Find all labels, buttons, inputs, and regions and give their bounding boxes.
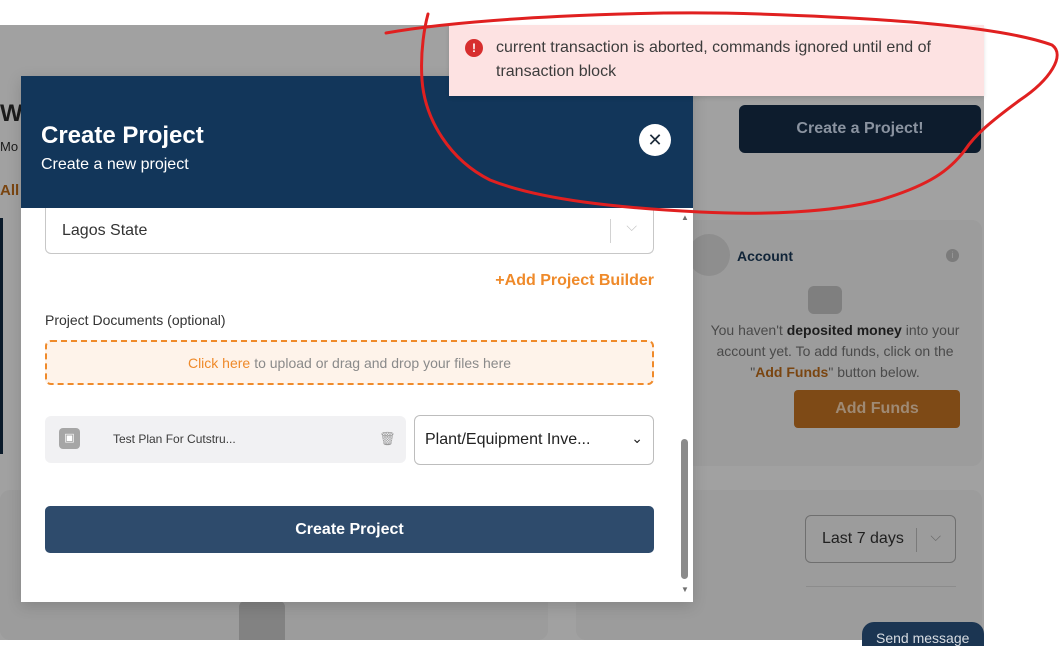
- chevron-down-icon: ⌵: [930, 528, 941, 544]
- period-select[interactable]: Last 7 days ⌵: [805, 515, 956, 563]
- info-icon[interactable]: i: [946, 249, 959, 262]
- period-select-value: Last 7 days: [822, 530, 904, 547]
- scroll-thumb[interactable]: [681, 439, 688, 579]
- add-project-builder-button[interactable]: +Add Project Builder: [495, 272, 654, 290]
- send-message-button[interactable]: Send message: [862, 622, 984, 646]
- calendar-icon: [239, 601, 285, 640]
- close-icon[interactable]: ✕: [639, 124, 671, 156]
- modal-title: Create Project: [41, 122, 204, 149]
- add-funds-button[interactable]: Add Funds: [794, 390, 960, 428]
- period-select-divider: [916, 528, 917, 552]
- create-project-modal: Create Project Create a new project ✕ La…: [21, 76, 693, 602]
- document-type-select[interactable]: Plant/Equipment Inve... ⌄: [414, 415, 654, 465]
- location-select-divider: [610, 219, 611, 243]
- chevron-down-icon: ⌄: [631, 430, 643, 446]
- modal-subtitle: Create a new project: [41, 156, 189, 173]
- file-name: Test Plan For Cutstru...: [113, 432, 236, 446]
- error-toast: ! current transaction is aborted, comman…: [449, 25, 984, 96]
- wallet-icon: [688, 234, 730, 276]
- create-project-submit-button[interactable]: Create Project: [45, 506, 654, 553]
- file-dropzone[interactable]: Click here to upload or drag and drop yo…: [45, 340, 654, 385]
- upload-link[interactable]: Click here: [188, 355, 250, 371]
- scroll-up-icon[interactable]: ▲: [681, 213, 689, 222]
- project-documents-label: Project Documents (optional): [45, 312, 226, 328]
- chevron-down-icon: ⌵: [626, 218, 637, 234]
- background-side-bar: [0, 218, 3, 454]
- scroll-down-icon[interactable]: ▼: [681, 585, 689, 594]
- wallet-empty-icon: [808, 286, 842, 314]
- document-type-value: Plant/Equipment Inve...: [425, 431, 591, 448]
- uploaded-file-item: ▣ Test Plan For Cutstru... 🗑: [45, 416, 406, 463]
- background-subheading: Mo: [0, 139, 19, 154]
- period-divider: [806, 586, 956, 587]
- account-title: Account: [737, 248, 793, 264]
- account-empty-text: You haven't deposited money into your ac…: [710, 322, 960, 380]
- trash-icon[interactable]: 🗑: [379, 431, 396, 447]
- location-select[interactable]: Lagos State ⌵: [45, 208, 654, 254]
- background-all-link[interactable]: All: [0, 182, 19, 199]
- dropzone-hint: to upload or drag and drop your files he…: [254, 354, 512, 371]
- create-a-project-button[interactable]: Create a Project!: [739, 105, 981, 153]
- error-icon: !: [465, 39, 483, 57]
- modal-scrollbar[interactable]: ▲ ▼: [678, 213, 690, 595]
- location-select-value: Lagos State: [62, 221, 148, 239]
- toast-message: current transaction is aborted, commands…: [496, 39, 931, 80]
- image-file-icon: ▣: [59, 428, 80, 449]
- background-heading: W: [0, 100, 23, 127]
